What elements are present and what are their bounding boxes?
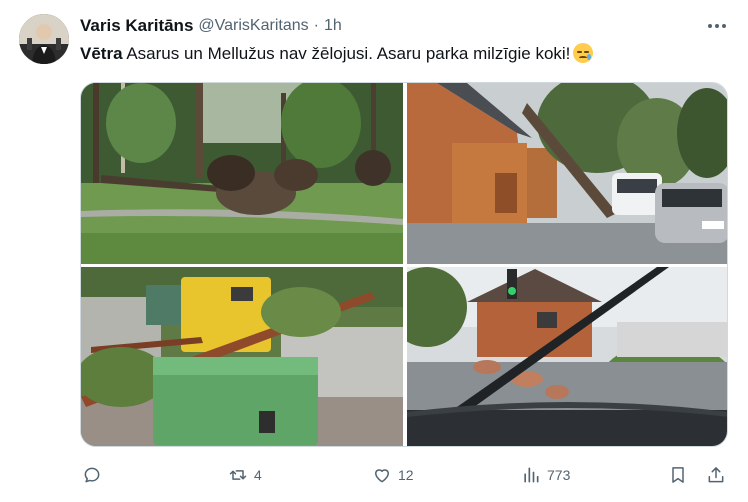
reply-icon: [84, 467, 100, 483]
photo-wooden-house-street[interactable]: [407, 83, 727, 264]
tweet-text: Vētra Asarus un Mellužus nav žēlojusi. A…: [80, 42, 594, 66]
bookmark-button[interactable]: [668, 462, 688, 488]
reply-button[interactable]: [82, 462, 108, 488]
user-handle[interactable]: @VarisKaritans: [198, 17, 308, 35]
media-grid: [80, 82, 728, 447]
views-icon: [524, 467, 539, 483]
photo-windshield-view[interactable]: [407, 267, 727, 446]
view-count: 773: [547, 467, 571, 483]
timestamp[interactable]: 1h: [324, 17, 342, 35]
separator-dot: ·: [313, 17, 319, 34]
display-name[interactable]: Varis Karitāns: [80, 16, 193, 36]
avatar-image: [19, 14, 69, 64]
tweet-actions: 4 12 773: [80, 462, 730, 488]
avatar[interactable]: [19, 14, 69, 64]
retweet-button[interactable]: 4: [228, 462, 262, 488]
share-button[interactable]: [706, 462, 726, 488]
bookmark-icon: [672, 467, 684, 483]
like-count: 12: [398, 467, 414, 483]
retweet-count: 4: [254, 467, 262, 483]
views-button[interactable]: 773: [521, 462, 570, 488]
tweet-body: Asarus un Mellužus nav žēlojusi. Asaru p…: [122, 44, 571, 63]
share-icon: [708, 467, 724, 483]
more-button[interactable]: [704, 15, 730, 37]
tweet-header: Varis Karitāns @VarisKaritans · 1h: [80, 15, 342, 37]
more-icon: [708, 24, 726, 28]
tweet-hashword[interactable]: Vētra: [80, 44, 123, 63]
sad-relieved-emoji-icon: [573, 43, 594, 63]
photo-fallen-trees-park[interactable]: [81, 83, 403, 264]
heart-icon: [375, 469, 389, 483]
retweet-icon: [229, 470, 247, 480]
photo-tree-on-dumpsters[interactable]: [81, 267, 403, 446]
like-button[interactable]: 12: [372, 462, 414, 488]
